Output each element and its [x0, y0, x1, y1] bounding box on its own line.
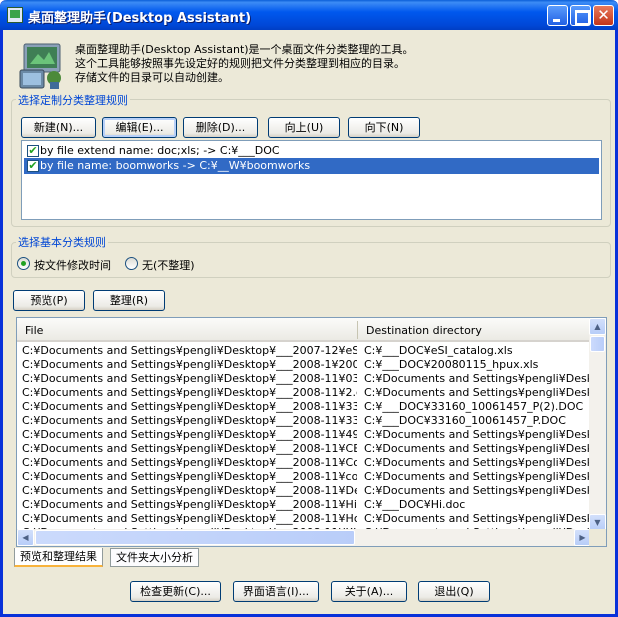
- move-down-button[interactable]: 向下(N): [348, 117, 420, 138]
- destination-cell: C:¥Documents and Settings¥pengli¥Desktop…: [364, 456, 590, 469]
- file-cell: C:¥Documents and Settings¥pengli¥Desktop…: [22, 414, 357, 427]
- destination-cell: C:¥Documents and Settings¥pengli¥Desktop…: [364, 512, 590, 525]
- file-cell: C:¥Documents and Settings¥pengli¥Desktop…: [22, 428, 357, 441]
- table-row[interactable]: C:¥Documents and Settings¥pengli¥Desktop…: [17, 386, 591, 400]
- destination-cell: C:¥___DOC¥Hi.doc: [364, 498, 466, 511]
- destination-cell: C:¥___DOC¥20080115_hpux.xls: [364, 358, 539, 371]
- description-line: 这个工具能够按照事先设定好的规则把文件分类整理到相应的目录。: [75, 57, 405, 70]
- scrollbar-corner: [589, 529, 606, 546]
- scroll-up-icon[interactable]: ▲: [589, 318, 606, 335]
- file-cell: C:¥Documents and Settings¥pengli¥Desktop…: [22, 470, 357, 483]
- destination-cell: C:¥Documents and Settings¥pengli¥Desktop…: [364, 386, 590, 399]
- rule-item[interactable]: ✔ by file name: boomworks -> C:¥__W¥boom…: [24, 158, 599, 174]
- maximize-button[interactable]: [570, 5, 591, 26]
- tab-preview-results[interactable]: 预览和整理结果: [14, 548, 103, 567]
- description-line: 桌面整理助手(Desktop Assistant)是一个桌面文件分类整理的工具。: [75, 43, 414, 56]
- rule-item[interactable]: ✔ by file extend name: doc;xls; -> C:¥__…: [24, 143, 599, 159]
- close-button[interactable]: ✕: [593, 5, 614, 26]
- preview-button[interactable]: 预览(P): [13, 290, 85, 311]
- destination-cell: C:¥Documents and Settings¥pengli¥Desktop…: [364, 428, 590, 441]
- exit-button[interactable]: 退出(Q): [418, 581, 490, 602]
- tab-folder-size[interactable]: 文件夹大小分析: [110, 548, 199, 567]
- app-icon: [7, 7, 23, 23]
- destination-cell: C:¥___DOC¥33160_10061457_P.DOC: [364, 414, 566, 427]
- table-row[interactable]: C:¥Documents and Settings¥pengli¥Desktop…: [17, 484, 591, 498]
- table-row[interactable]: C:¥Documents and Settings¥pengli¥Desktop…: [17, 512, 591, 526]
- table-row[interactable]: C:¥Documents and Settings¥pengli¥Desktop…: [17, 428, 591, 442]
- description-line: 存储文件的目录可以自动创建。: [75, 71, 229, 84]
- modified-time-label[interactable]: 按文件修改时间: [34, 257, 111, 273]
- results-table[interactable]: File Destination directory C:¥Documents …: [16, 317, 607, 547]
- rule-checkbox[interactable]: ✔: [27, 160, 39, 172]
- vertical-scrollbar[interactable]: ▲ ▼: [589, 318, 606, 531]
- vertical-scroll-thumb[interactable]: [590, 336, 605, 352]
- destination-cell: C:¥Documents and Settings¥pengli¥Desktop…: [364, 484, 590, 497]
- about-button[interactable]: 关于(A)...: [331, 581, 407, 602]
- file-cell: C:¥Documents and Settings¥pengli¥Desktop…: [22, 442, 357, 455]
- table-row[interactable]: C:¥Documents and Settings¥pengli¥Desktop…: [17, 400, 591, 414]
- table-row[interactable]: C:¥Documents and Settings¥pengli¥Desktop…: [17, 344, 591, 358]
- language-button[interactable]: 界面语言(I)...: [233, 581, 319, 602]
- file-cell: C:¥Documents and Settings¥pengli¥Desktop…: [22, 498, 357, 511]
- table-row[interactable]: C:¥Documents and Settings¥pengli¥Desktop…: [17, 414, 591, 428]
- file-cell: C:¥Documents and Settings¥pengli¥Desktop…: [22, 386, 357, 399]
- table-row[interactable]: C:¥Documents and Settings¥pengli¥Desktop…: [17, 498, 591, 512]
- table-row[interactable]: C:¥Documents and Settings¥pengli¥Desktop…: [17, 456, 591, 470]
- destination-cell: C:¥Documents and Settings¥pengli¥Desktop…: [364, 442, 590, 455]
- destination-cell: C:¥___DOC¥33160_10061457_P(2).DOC: [364, 400, 584, 413]
- horizontal-scroll-thumb[interactable]: [35, 530, 355, 545]
- destination-cell: C:¥___DOC¥eSI_catalog.xls: [364, 344, 513, 357]
- rule-label: by file extend name: doc;xls; -> C:¥___D…: [40, 144, 280, 157]
- table-header: File Destination directory: [17, 318, 591, 342]
- main-window: 桌面整理助手(Desktop Assistant) ✕ 桌面整理助手(Deskt…: [0, 0, 618, 617]
- column-divider[interactable]: [357, 321, 358, 339]
- table-body: C:¥Documents and Settings¥pengli¥Desktop…: [17, 343, 591, 531]
- destination-cell: C:¥Documents and Settings¥pengli¥Desktop…: [364, 470, 590, 483]
- file-cell: C:¥Documents and Settings¥pengli¥Desktop…: [22, 358, 357, 371]
- basic-rules-title: 选择基本分类规则: [16, 234, 108, 250]
- file-cell: C:¥Documents and Settings¥pengli¥Desktop…: [22, 344, 357, 357]
- check-update-button[interactable]: 检查更新(C)...: [130, 581, 221, 602]
- edit-rule-button[interactable]: 编辑(E)...: [102, 117, 177, 138]
- destination-cell: C:¥Documents and Settings¥pengli¥Desktop…: [364, 372, 590, 385]
- window-title: 桌面整理助手(Desktop Assistant): [28, 11, 252, 26]
- rules-list[interactable]: ✔ by file extend name: doc;xls; -> C:¥__…: [21, 140, 602, 220]
- organize-button[interactable]: 整理(R): [93, 290, 165, 311]
- minimize-button[interactable]: [547, 5, 568, 26]
- move-up-button[interactable]: 向上(U): [268, 117, 340, 138]
- file-cell: C:¥Documents and Settings¥pengli¥Desktop…: [22, 456, 357, 469]
- column-header-file[interactable]: File: [25, 324, 43, 337]
- horizontal-scrollbar[interactable]: ◀ ▶: [17, 529, 591, 546]
- no-organize-radio[interactable]: [125, 257, 138, 270]
- table-row[interactable]: C:¥Documents and Settings¥pengli¥Desktop…: [17, 358, 591, 372]
- column-header-destination[interactable]: Destination directory: [366, 324, 482, 337]
- table-row[interactable]: C:¥Documents and Settings¥pengli¥Desktop…: [17, 470, 591, 484]
- file-cell: C:¥Documents and Settings¥pengli¥Desktop…: [22, 400, 357, 413]
- file-cell: C:¥Documents and Settings¥pengli¥Desktop…: [22, 512, 357, 525]
- description: 桌面整理助手(Desktop Assistant)是一个桌面文件分类整理的工具。…: [75, 43, 414, 85]
- delete-rule-button[interactable]: 删除(D)...: [183, 117, 258, 138]
- file-cell: C:¥Documents and Settings¥pengli¥Desktop…: [22, 484, 357, 497]
- table-row[interactable]: C:¥Documents and Settings¥pengli¥Desktop…: [17, 442, 591, 456]
- modified-time-radio[interactable]: [17, 257, 30, 270]
- file-cell: C:¥Documents and Settings¥pengli¥Desktop…: [22, 372, 357, 385]
- desktop-assistant-logo-icon: [19, 43, 61, 89]
- rule-checkbox[interactable]: ✔: [27, 145, 39, 157]
- custom-rules-title: 选择定制分类整理规则: [16, 92, 130, 108]
- title-bar[interactable]: 桌面整理助手(Desktop Assistant) ✕: [0, 0, 618, 30]
- scroll-left-icon[interactable]: ◀: [17, 529, 34, 546]
- no-organize-label[interactable]: 无(不整理): [142, 257, 195, 273]
- rule-label: by file name: boomworks -> C:¥__W¥boomwo…: [40, 159, 311, 172]
- table-row[interactable]: C:¥Documents and Settings¥pengli¥Desktop…: [17, 372, 591, 386]
- new-rule-button[interactable]: 新建(N)...: [21, 117, 96, 138]
